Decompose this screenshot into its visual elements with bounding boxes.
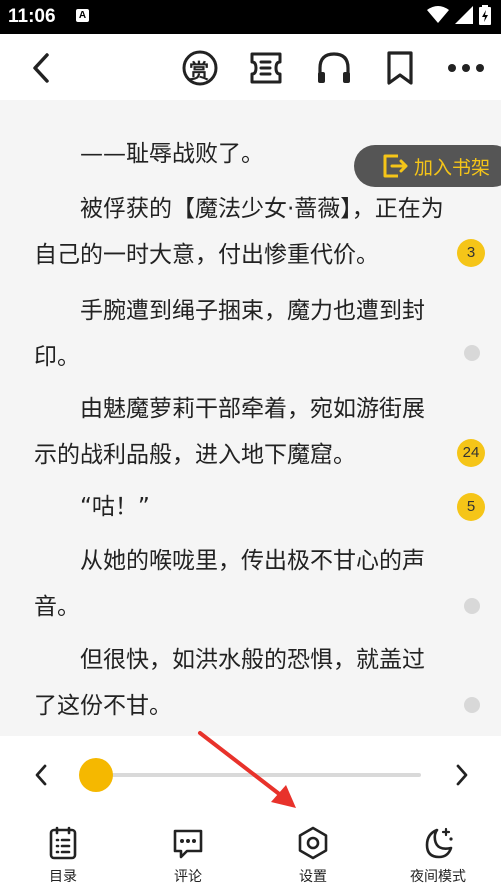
- reader-toolbar: 赏: [0, 34, 501, 100]
- nav-comment[interactable]: 评论: [148, 826, 228, 886]
- paragraph-comment-count[interactable]: 3: [457, 239, 485, 267]
- paragraph-comment-count[interactable]: 5: [457, 493, 485, 521]
- next-chapter-button[interactable]: [447, 760, 475, 790]
- headphones-icon: [318, 52, 350, 83]
- bookmark-icon: [387, 51, 413, 85]
- paragraph: 从她的喉咙里，传出极不甘心的声音。: [34, 548, 425, 620]
- add-to-shelf-icon: [383, 154, 408, 178]
- chevron-left-icon: [33, 53, 49, 83]
- reward-icon-label: 赏: [189, 59, 209, 83]
- status-time: 11:06: [8, 6, 56, 27]
- add-to-shelf-label: 加入书架: [414, 157, 491, 179]
- paragraph-comment-count[interactable]: 24: [457, 439, 485, 467]
- nav-label: 目录: [49, 869, 77, 885]
- back-button[interactable]: [22, 48, 62, 88]
- notification-icon: A: [76, 9, 89, 22]
- nav-night-mode[interactable]: 夜间模式: [398, 826, 478, 886]
- nav-label: 设置: [299, 869, 327, 885]
- paragraph: 被俘获的【魔法少女·蔷薇】，正在为自己的一时大意，付出惨重代价。: [34, 196, 444, 268]
- battery-icon: [479, 5, 491, 25]
- listen-button[interactable]: [314, 48, 354, 88]
- nav-settings[interactable]: 设置: [273, 826, 353, 886]
- bottom-panel: 目录 评论 设置 夜间模式: [0, 736, 501, 891]
- paragraph: 但很快，如洪水般的恐惧，就盖过了这份不甘。: [34, 647, 425, 719]
- chevron-right-icon: [456, 764, 468, 786]
- chapter-progress-knob[interactable]: [79, 758, 113, 792]
- wifi-icon: [427, 6, 449, 23]
- more-button[interactable]: [446, 48, 486, 88]
- status-icons: [427, 5, 491, 25]
- catalog-icon: [49, 826, 77, 860]
- nav-catalog[interactable]: 目录: [23, 826, 103, 886]
- signal-icon: [455, 6, 473, 24]
- reward-button[interactable]: 赏: [180, 48, 220, 88]
- chevron-left-icon: [35, 764, 47, 786]
- paragraph: 由魅魔萝莉干部牵着，宛如游街展示的战利品般，进入地下魔窟。: [34, 396, 425, 468]
- nav-label: 评论: [174, 869, 202, 885]
- reader-content[interactable]: ——耻辱战败了。 被俘获的【魔法少女·蔷薇】，正在为自己的一时大意，付出惨重代价…: [0, 100, 501, 736]
- catalog-ticket-button[interactable]: [246, 48, 286, 88]
- paragraph-comment-dot[interactable]: [464, 345, 480, 361]
- night-mode-icon: [425, 827, 453, 859]
- add-to-shelf-button[interactable]: 加入书架: [354, 145, 501, 187]
- nav-label: 夜间模式: [410, 869, 466, 885]
- previous-chapter-button[interactable]: [28, 760, 56, 790]
- paragraph: “咕！”: [80, 494, 150, 520]
- paragraph-comment-dot[interactable]: [464, 598, 480, 614]
- catalog-ticket-icon: [250, 52, 282, 84]
- comment-icon: [173, 829, 203, 859]
- paragraph-comment-dot[interactable]: [464, 697, 480, 713]
- settings-icon: [298, 826, 328, 860]
- chapter-progress-track[interactable]: [96, 773, 421, 777]
- bookmark-button[interactable]: [380, 48, 420, 88]
- more-icon: [448, 64, 484, 72]
- paragraph: 手腕遭到绳子捆束，魔力也遭到封印。: [34, 298, 425, 370]
- status-bar: 11:06 A: [0, 0, 501, 34]
